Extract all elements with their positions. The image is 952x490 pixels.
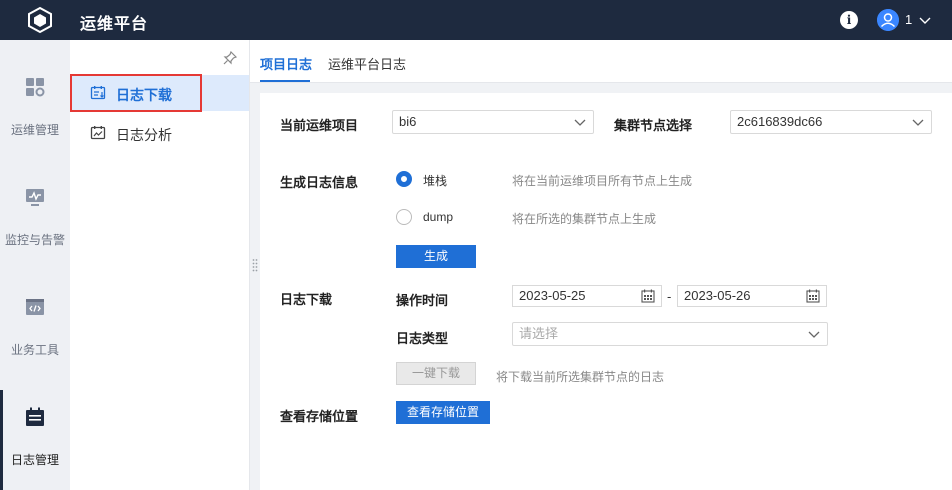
download-label: 日志下载 bbox=[280, 292, 333, 307]
submenu-item-log-download[interactable]: 日志下载 bbox=[70, 74, 249, 112]
log-type-select[interactable]: 请选择 bbox=[512, 322, 828, 346]
project-label: 当前运维项目 bbox=[280, 118, 359, 133]
rail-label: 监控与告警 bbox=[4, 233, 65, 247]
chevron-down-icon bbox=[912, 119, 924, 126]
chevron-down-icon bbox=[808, 331, 820, 338]
end-date-value: 2023-05-26 bbox=[684, 288, 751, 303]
date-range-separator: - bbox=[667, 289, 672, 304]
project-select[interactable]: bi6 bbox=[392, 110, 594, 134]
calendar-log-icon bbox=[26, 407, 44, 426]
rail-label: 业务工具 bbox=[10, 343, 59, 357]
end-date-input[interactable]: 2023-05-26 bbox=[677, 285, 827, 307]
one-click-download-hint: 将下载当前所选集群节点的日志 bbox=[496, 370, 665, 384]
rail-label: 日志管理 bbox=[10, 453, 59, 467]
submenu-item-label: 日志分析 bbox=[116, 127, 172, 143]
rail-item-ops-management[interactable]: 运维管理 bbox=[0, 60, 70, 170]
op-time-label: 操作时间 bbox=[396, 293, 449, 308]
submenu-item-label: 日志下载 bbox=[116, 87, 172, 103]
primary-nav-rail: 运维管理 监控与告警 业务工具 日志管理 bbox=[0, 40, 70, 490]
info-icon[interactable]: i bbox=[840, 11, 858, 29]
generate-label: 生成日志信息 bbox=[280, 175, 359, 190]
start-date-input[interactable]: 2023-05-25 bbox=[512, 285, 662, 307]
top-bar: 运维平台 i 1 bbox=[0, 0, 952, 40]
radio-dump-label[interactable]: dump bbox=[423, 210, 453, 224]
code-window-icon bbox=[26, 299, 44, 315]
calendar-icon bbox=[641, 289, 655, 303]
resize-handle-icon[interactable] bbox=[252, 258, 258, 272]
view-storage-button[interactable]: 查看存储位置 bbox=[396, 401, 490, 424]
active-tab-indicator bbox=[260, 80, 310, 82]
tab-bar: 项目日志 运维平台日志 bbox=[250, 40, 952, 83]
rail-item-monitoring[interactable]: 监控与告警 bbox=[0, 170, 70, 280]
log-download-icon bbox=[90, 86, 106, 100]
app-title: 运维平台 bbox=[80, 16, 149, 33]
tab-project-logs[interactable]: 项目日志 bbox=[260, 54, 312, 73]
node-select[interactable]: 2c616839dc66 bbox=[730, 110, 932, 134]
radio-stack[interactable] bbox=[396, 171, 412, 187]
one-click-download-button[interactable]: 一键下载 bbox=[396, 362, 476, 385]
log-type-label: 日志类型 bbox=[396, 331, 449, 346]
rail-item-log-management[interactable]: 日志管理 bbox=[0, 390, 70, 490]
user-avatar-icon[interactable] bbox=[877, 9, 899, 31]
rail-item-business-tools[interactable]: 业务工具 bbox=[0, 280, 70, 390]
pin-icon[interactable] bbox=[222, 50, 238, 66]
generate-button[interactable]: 生成 bbox=[396, 245, 476, 268]
radio-dump-hint: 将在所选的集群节点上生成 bbox=[512, 212, 657, 226]
node-select-value: 2c616839dc66 bbox=[737, 114, 823, 129]
secondary-menu: 日志下载 日志分析 bbox=[70, 40, 250, 490]
chevron-down-icon bbox=[574, 119, 586, 126]
radio-dump[interactable] bbox=[396, 209, 412, 225]
rail-label: 运维管理 bbox=[10, 123, 59, 137]
cube-logo-icon bbox=[28, 6, 52, 34]
log-type-placeholder: 请选择 bbox=[519, 326, 559, 341]
log-analysis-icon bbox=[90, 126, 106, 140]
storage-label: 查看存储位置 bbox=[280, 409, 359, 424]
log-form-panel: 当前运维项目 bi6 集群节点选择 2c616839dc66 生成日志信息 堆栈… bbox=[260, 93, 952, 490]
tab-platform-logs[interactable]: 运维平台日志 bbox=[328, 54, 406, 73]
monitor-icon bbox=[26, 189, 44, 206]
radio-stack-label[interactable]: 堆栈 bbox=[423, 172, 447, 189]
project-select-value: bi6 bbox=[399, 114, 417, 129]
start-date-value: 2023-05-25 bbox=[519, 288, 586, 303]
calendar-icon bbox=[806, 289, 820, 303]
submenu-item-log-analysis[interactable]: 日志分析 bbox=[70, 115, 249, 151]
user-name[interactable]: 1 bbox=[905, 12, 912, 27]
radio-stack-hint: 将在当前运维项目所有节点上生成 bbox=[512, 174, 693, 188]
chevron-down-icon[interactable] bbox=[918, 13, 932, 27]
node-label: 集群节点选择 bbox=[614, 118, 693, 133]
grid-gear-icon bbox=[26, 78, 45, 97]
